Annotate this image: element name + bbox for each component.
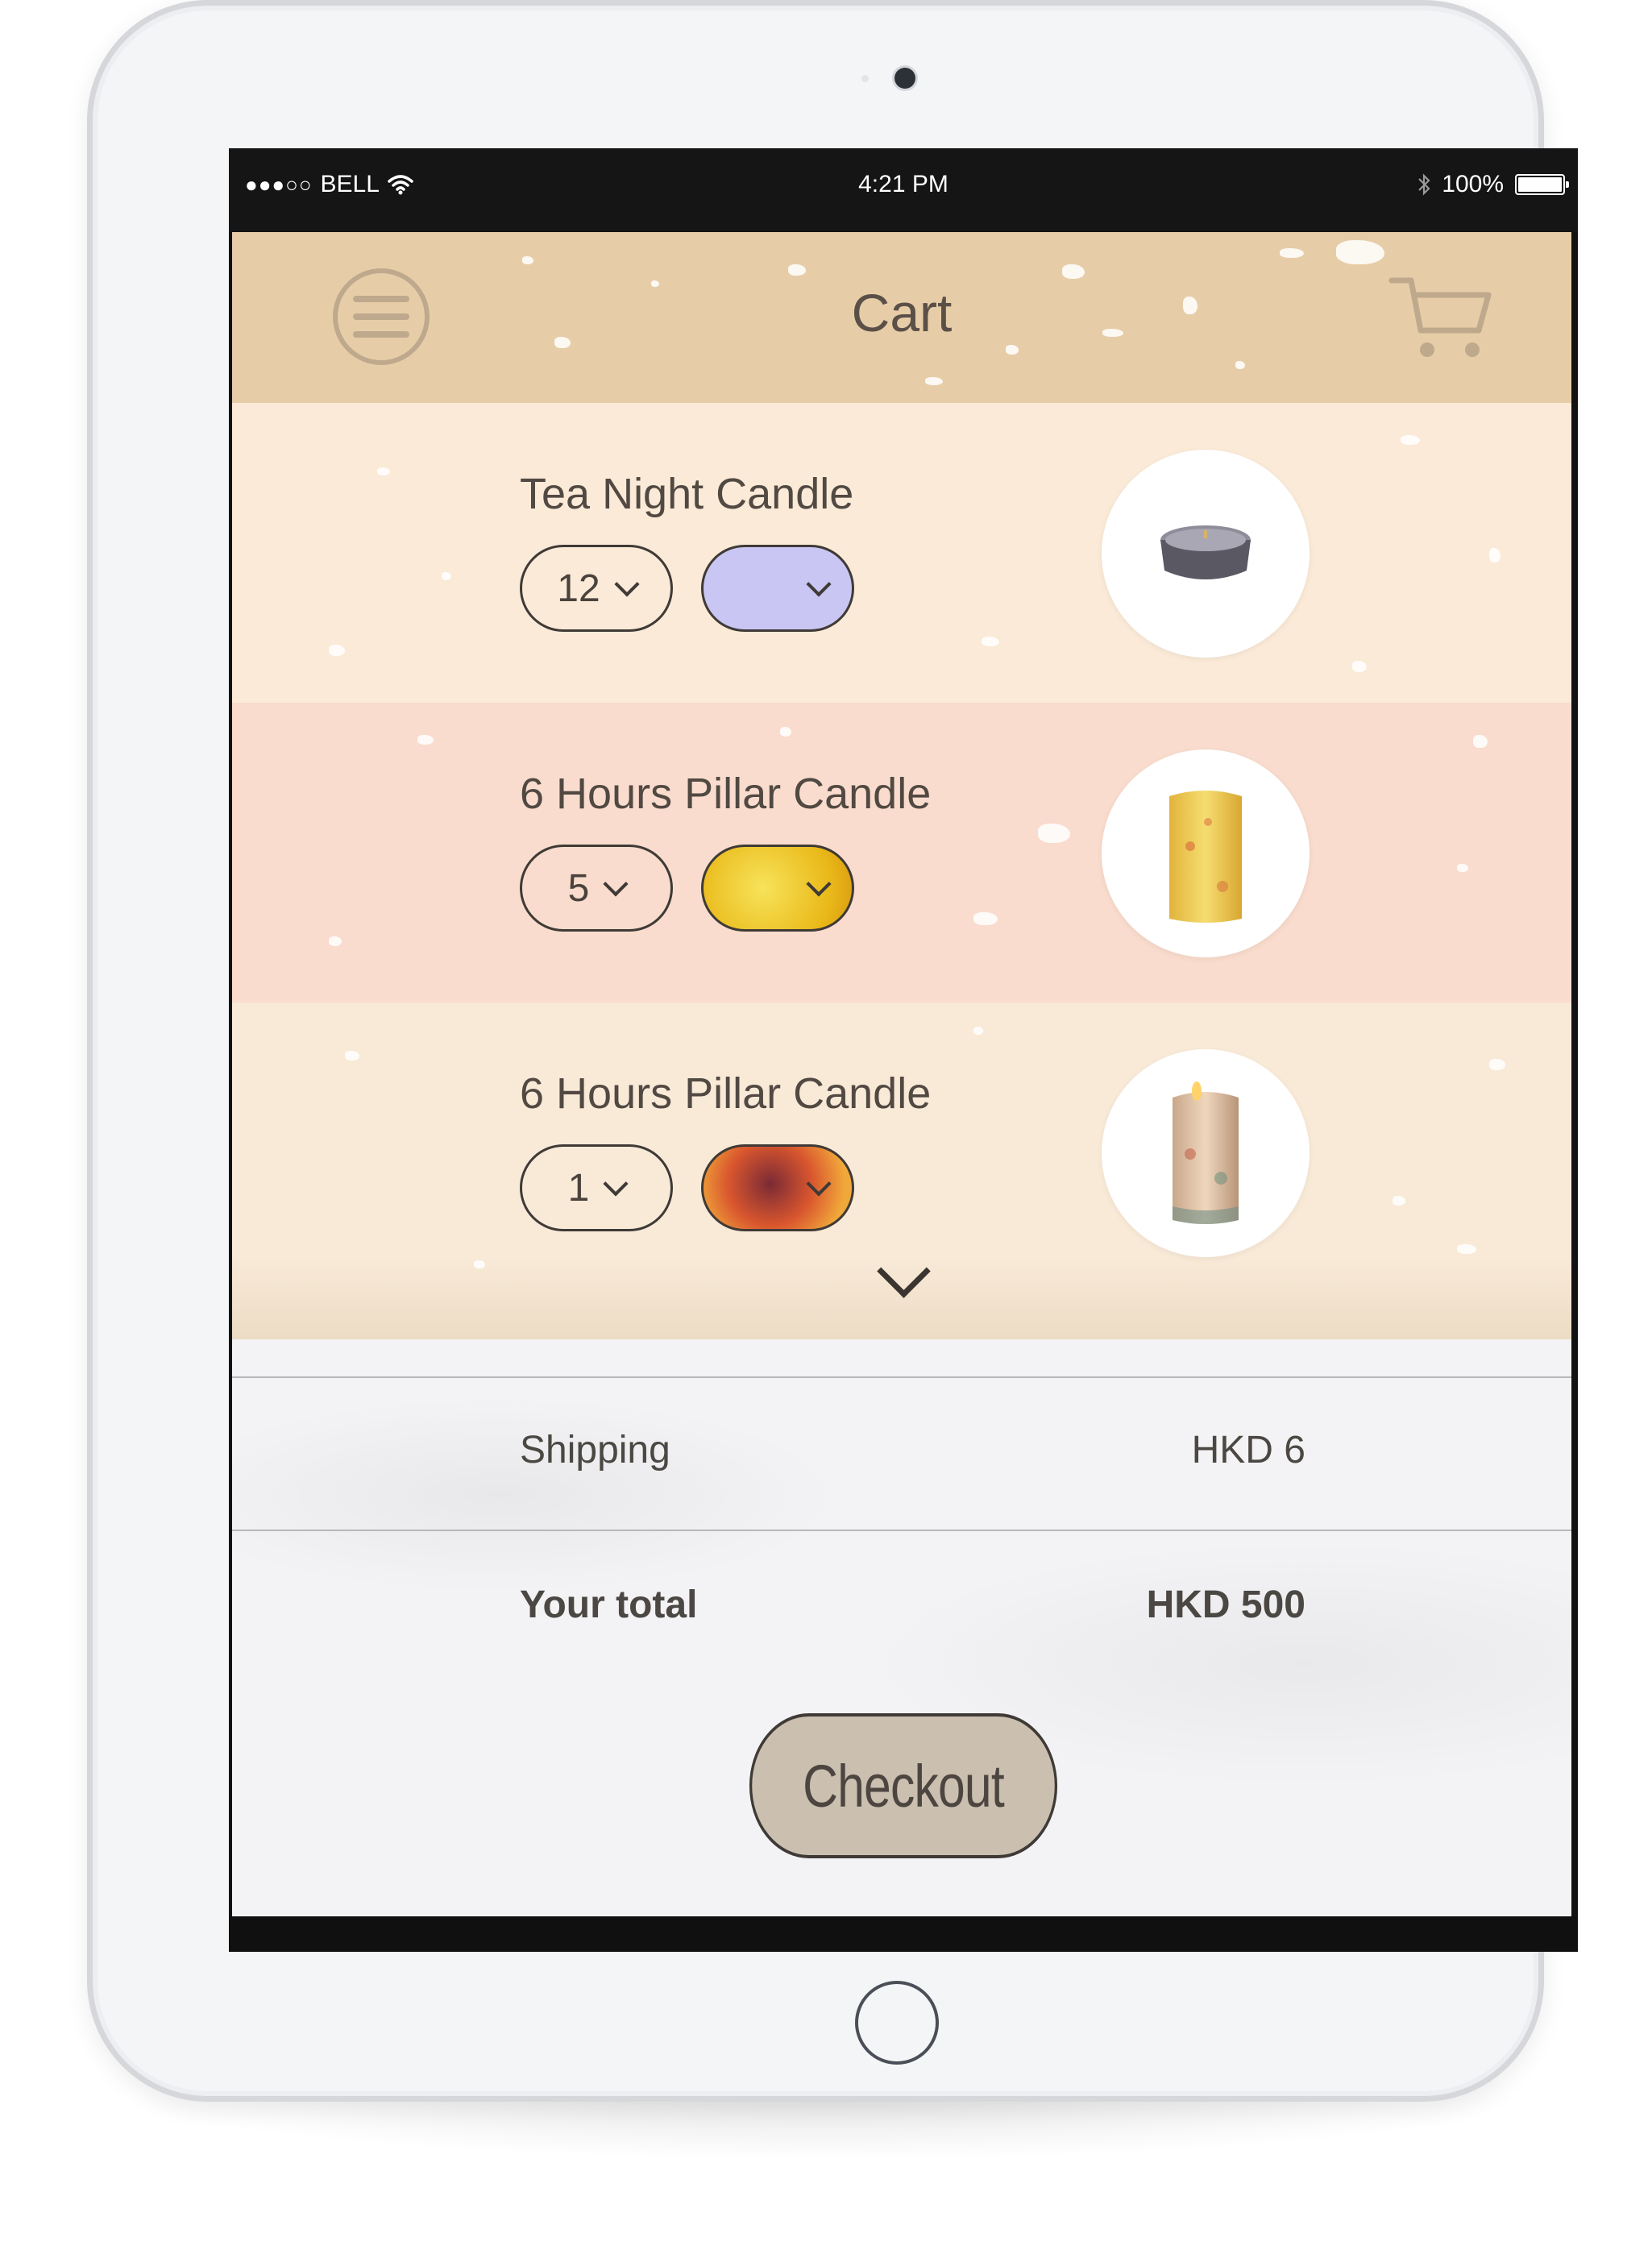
chevron-down-icon xyxy=(603,871,629,897)
front-camera xyxy=(894,68,915,89)
color-select[interactable] xyxy=(701,845,854,932)
status-time: 4:21 PM xyxy=(858,171,948,197)
product-image xyxy=(1102,1049,1310,1257)
chevron-down-icon xyxy=(806,571,832,597)
app-header: Cart xyxy=(232,232,1571,403)
checkout-label: Checkout xyxy=(803,1752,1005,1820)
shipping-value: HKD 6 xyxy=(1191,1429,1305,1472)
item-name: 6 Hours Pillar Candle xyxy=(520,1069,932,1118)
quantity-value: 5 xyxy=(567,866,590,910)
chevron-down-icon xyxy=(614,571,640,597)
product-image xyxy=(1102,749,1310,957)
color-select[interactable] xyxy=(701,545,854,632)
chevron-down-icon xyxy=(603,1171,629,1197)
quantity-select[interactable]: 12 xyxy=(520,545,673,632)
pillar-candle-icon xyxy=(1169,791,1242,923)
quantity-value: 1 xyxy=(567,1166,590,1210)
total-label: Your total xyxy=(520,1584,698,1626)
cart-item: 6 Hours Pillar Candle 1 xyxy=(232,1002,1571,1339)
cart-icon[interactable] xyxy=(1388,274,1493,363)
divider xyxy=(232,1376,1571,1378)
quantity-select[interactable]: 1 xyxy=(520,1144,673,1231)
product-image xyxy=(1102,450,1310,658)
light-sensor xyxy=(861,75,869,82)
item-name: 6 Hours Pillar Candle xyxy=(520,770,932,818)
pillar-candle-icon xyxy=(1173,1081,1239,1224)
bluetooth-icon xyxy=(1418,173,1430,196)
color-select[interactable] xyxy=(701,1144,854,1231)
cart-item: 6 Hours Pillar Candle 5 xyxy=(232,703,1571,1002)
quantity-select[interactable]: 5 xyxy=(520,845,673,932)
shipping-label: Shipping xyxy=(520,1429,670,1472)
tablet-device: ●●●○○ BELL 4:21 PM 100% Cart Tea Night C… xyxy=(87,0,1578,2102)
status-bar: ●●●○○ BELL 4:21 PM 100% xyxy=(229,148,1578,232)
page-title: Cart xyxy=(851,283,953,342)
checkout-button[interactable]: Checkout xyxy=(749,1713,1058,1858)
bottom-bar xyxy=(229,1916,1578,1952)
battery-icon xyxy=(1515,174,1569,195)
home-button[interactable] xyxy=(855,1981,939,2065)
cart-app: Cart Tea Night Candle 12 6 Hours Pillar … xyxy=(232,232,1571,1916)
item-name: Tea Night Candle xyxy=(520,470,854,518)
tea-light-candle-icon xyxy=(1160,525,1251,579)
total-value: HKD 500 xyxy=(1146,1584,1305,1626)
chevron-down-icon xyxy=(806,1171,832,1197)
screen: ●●●○○ BELL 4:21 PM 100% Cart Tea Night C… xyxy=(229,148,1578,1952)
battery-percent: 100% xyxy=(1442,171,1504,197)
cart-item: Tea Night Candle 12 xyxy=(232,403,1571,703)
scroll-down-chevron-icon[interactable] xyxy=(877,1244,931,1298)
quantity-value: 12 xyxy=(557,567,600,610)
divider xyxy=(232,1530,1571,1531)
chevron-down-icon xyxy=(806,871,832,897)
